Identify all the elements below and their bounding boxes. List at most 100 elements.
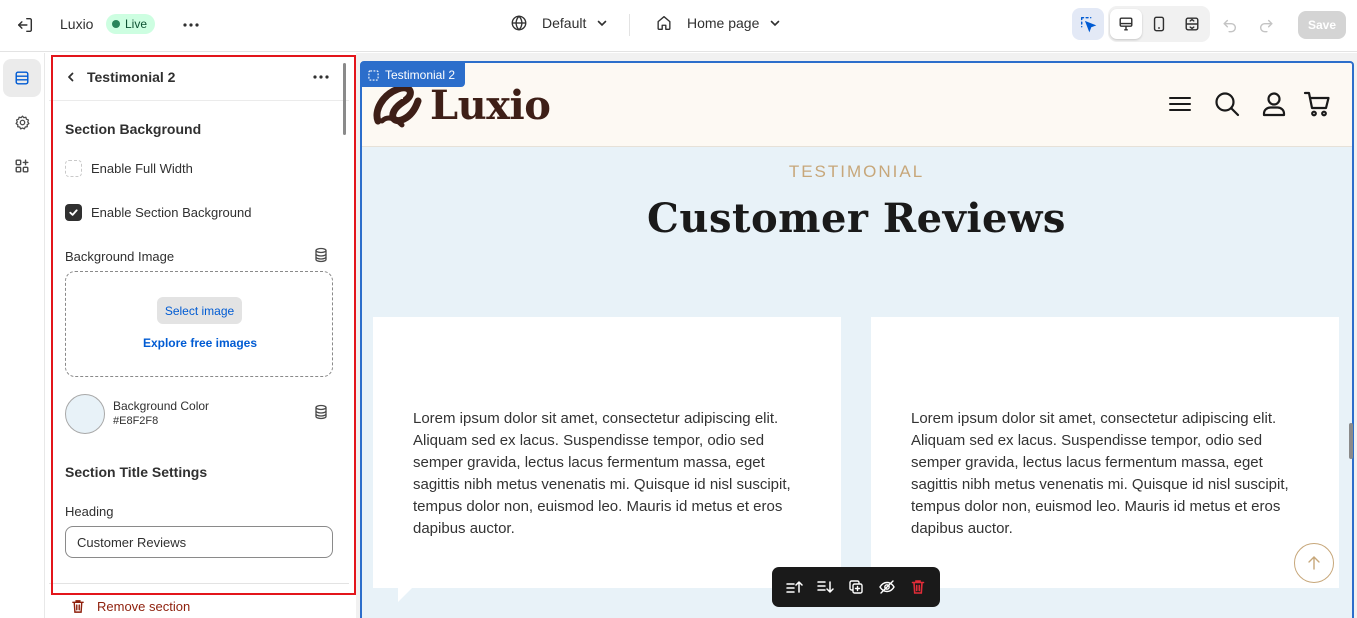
undo-button[interactable] [1218,13,1242,37]
editor-topbar: Luxio Live Default Home page Save [0,0,1357,52]
chevron-down-icon [598,20,607,27]
preview-canvas: Luxio TESTIMONIAL Customer Reviews Lorem… [360,61,1353,618]
menu-icon[interactable] [1165,89,1195,119]
heading-label: Heading [65,504,114,519]
review-text: Lorem ipsum dolor sit amet, consectetur … [413,410,791,537]
storefront-preview: Luxio TESTIMONIAL Customer Reviews Lorem… [356,53,1357,618]
move-section-down-button[interactable] [809,573,840,601]
selected-section-label: Testimonial 2 [385,68,456,82]
save-button[interactable]: Save [1298,11,1346,39]
background-color-hex: #E8F2F8 [113,415,159,427]
section-title: Customer Reviews [647,195,1066,242]
settings-gear-icon [14,114,30,130]
topbar-divider [629,14,630,36]
panel-divider [49,583,349,584]
theme-label: Default [542,15,587,31]
explore-free-images-link[interactable]: Explore free images [66,336,334,350]
editor-left-rail [0,53,45,618]
redo-icon [1259,19,1273,33]
exit-button[interactable] [14,14,36,36]
move-section-up-button[interactable] [778,573,809,601]
search-icon[interactable] [1212,89,1242,119]
section-settings-panel: Testimonial 2 Section Background Enable … [49,53,349,618]
live-status-badge: Live [106,14,156,34]
section-eyebrow: TESTIMONIAL [788,162,925,181]
live-label: Live [125,17,148,31]
section-title-settings-heading: Section Title Settings [65,464,208,480]
background-image-label: Background Image [65,249,175,264]
section-icon [368,69,379,81]
background-image-dropzone[interactable]: Select image Explore free images [65,271,333,377]
move-down-icon [817,581,834,593]
device-preview-group [1108,6,1210,42]
apps-icon [15,159,29,173]
more-actions-button[interactable] [180,14,202,36]
dynamic-source-button[interactable] [313,404,329,420]
background-color-swatch[interactable] [65,394,105,434]
hide-icon [879,580,896,594]
review-text: Lorem ipsum dolor sit amet, consectetur … [911,410,1289,537]
review-card: Lorem ipsum dolor sit amet, consectetur … [373,317,841,602]
more-horizontal-icon [183,23,199,27]
page-selector[interactable]: Home page [655,14,781,32]
dynamic-source-button[interactable] [313,247,329,263]
page-label: Home page [687,15,760,31]
sections-tab-button[interactable] [3,59,41,97]
select-image-button[interactable]: Select image [157,297,242,324]
panel-scrollbar[interactable] [343,63,346,135]
fullscreen-icon [1185,17,1199,31]
panel-title: Testimonial 2 [87,69,176,85]
checkbox-unchecked[interactable] [65,160,82,177]
theme-settings-tab-button[interactable] [3,103,41,141]
site-header: Luxio [360,61,1353,147]
logo-mark-icon [373,84,422,128]
cart-icon[interactable] [1302,89,1332,119]
theme-selector[interactable]: Default [510,14,608,32]
checkbox-checked[interactable] [65,204,82,221]
inspector-toggle-button[interactable] [1072,8,1104,40]
chevron-left-icon [68,72,74,82]
heading-input[interactable] [65,526,333,558]
section-background-heading: Section Background [65,121,202,137]
remove-section-button[interactable]: Remove section [71,599,190,614]
fullscreen-preview-button[interactable] [1176,9,1208,39]
remove-section-label: Remove section [97,599,191,614]
logo-text: Luxio [430,81,551,129]
redo-button[interactable] [1254,13,1278,37]
desktop-preview-button[interactable] [1110,9,1142,39]
section-floating-toolbar [772,567,940,607]
delete-section-button[interactable] [903,573,934,601]
undo-icon [1223,19,1237,33]
store-logo[interactable]: Luxio [372,81,551,129]
review-card: Lorem ipsum dolor sit amet, consectetur … [871,317,1339,602]
inspector-cursor-icon [1080,16,1097,33]
trash-icon [72,600,84,613]
exit-icon [17,17,33,33]
store-name: Luxio [60,16,94,32]
enable-section-background-toggle[interactable]: Enable Section Background [65,204,251,221]
background-color-label: Background Color [113,399,210,413]
sections-icon [15,71,29,85]
back-button[interactable] [61,67,81,87]
arrow-up-icon [1308,556,1320,570]
preview-scrollbar[interactable] [1349,423,1353,459]
hide-section-button[interactable] [872,573,903,601]
duplicate-section-button[interactable] [840,573,871,601]
section-more-button[interactable] [309,67,333,87]
speech-tail [398,588,412,602]
duplicate-icon [849,580,863,594]
checkmark-icon [69,209,78,216]
account-icon[interactable] [1259,89,1289,119]
mobile-preview-button[interactable] [1143,9,1175,39]
move-up-icon [785,581,803,593]
database-icon [315,247,327,263]
globe-icon [511,15,527,31]
desktop-icon [1119,17,1133,31]
panel-header: Testimonial 2 [49,53,349,135]
enable-full-width-toggle[interactable]: Enable Full Width [65,160,193,177]
selected-section-tag[interactable]: Testimonial 2 [360,63,466,87]
scroll-to-top-button[interactable] [1294,543,1334,583]
apps-tab-button[interactable] [3,147,41,185]
more-horizontal-icon [313,75,329,79]
chevron-down-icon [771,20,780,27]
